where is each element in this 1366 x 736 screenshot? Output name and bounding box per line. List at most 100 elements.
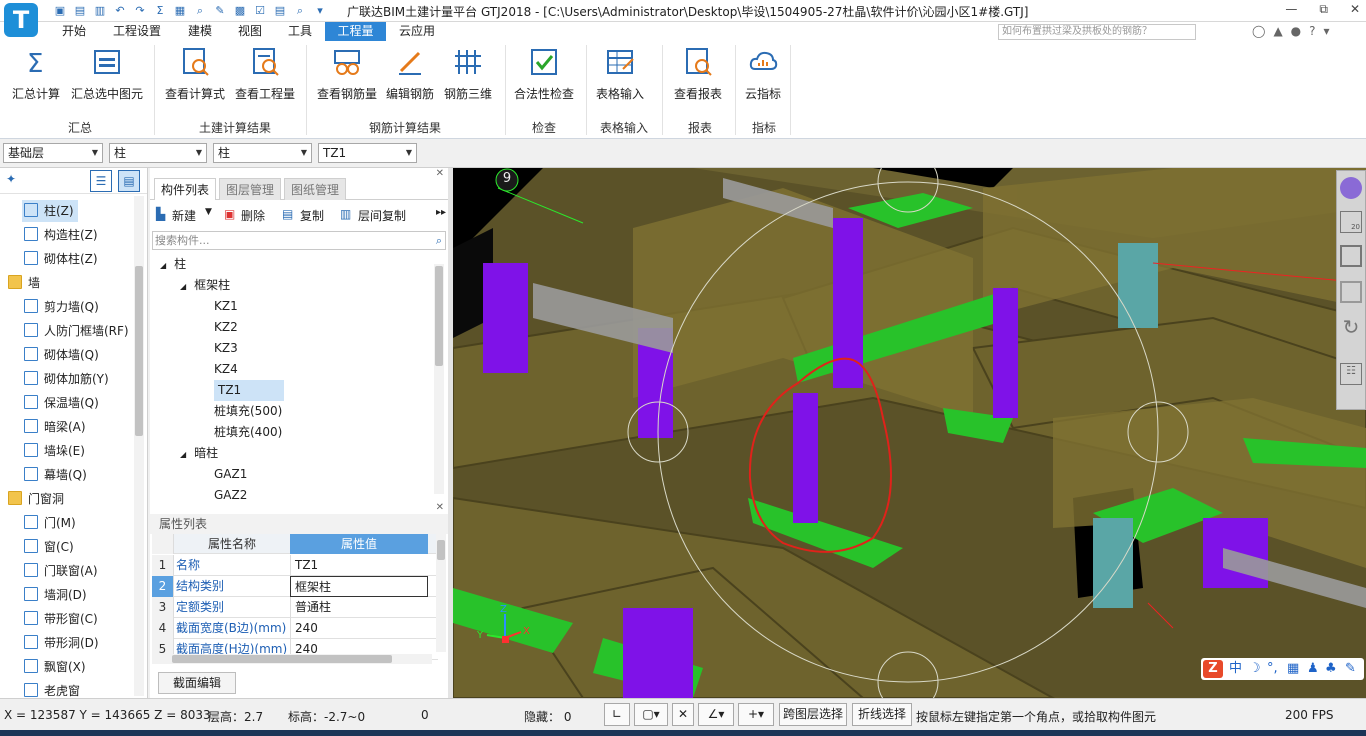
close-icon[interactable]: ✕ xyxy=(436,502,444,513)
sum-icon[interactable]: Σ xyxy=(152,3,168,19)
nav-scrollbar[interactable] xyxy=(134,196,144,696)
ime-user-icon[interactable]: ♟ xyxy=(1307,658,1319,680)
rebar-3d-button[interactable]: 钢筋三维 xyxy=(442,47,494,102)
tree-group-node[interactable]: ◢ 暗柱 xyxy=(180,443,218,464)
tab-drawing-manage[interactable]: 图纸管理 xyxy=(284,178,347,200)
notification-icon[interactable]: ▲ xyxy=(1273,24,1282,38)
new-dropdown-icon[interactable]: ▼ xyxy=(205,207,212,217)
search-icon[interactable]: ⌕ xyxy=(436,232,442,249)
nav-item[interactable]: 砌体柱(Z) xyxy=(22,248,102,270)
view-rebar-button[interactable]: 查看钢筋量 xyxy=(314,47,380,102)
box-view-icon[interactable] xyxy=(1340,245,1362,267)
property-value[interactable]: 普通柱 xyxy=(290,597,428,618)
cloud-index-button[interactable]: 云指标 xyxy=(740,47,786,102)
property-hscrollbar-thumb[interactable] xyxy=(172,655,392,663)
property-row[interactable]: 3 定额类别 普通柱 xyxy=(152,597,438,618)
ime-punctuation-icon[interactable]: °, xyxy=(1267,658,1278,680)
nav-item[interactable]: 人防门框墙(RF) xyxy=(22,320,133,342)
undo-icon[interactable]: ↶ xyxy=(112,3,128,19)
nav-item[interactable]: 飘窗(X) xyxy=(22,656,90,678)
tree-component-node[interactable]: GAZ2 xyxy=(214,485,247,506)
menu-project-settings[interactable]: 工程设置 xyxy=(104,22,170,41)
tree-group-node[interactable]: ◢ 柱 xyxy=(160,254,186,275)
component-search-input[interactable]: 搜索构件... ⌕ xyxy=(152,231,446,250)
nav-item[interactable]: 门(M) xyxy=(22,512,80,534)
menu-tools[interactable]: 工具 xyxy=(278,22,322,41)
polyline-select-button[interactable]: 折线选择 xyxy=(852,703,912,726)
pin-icon[interactable]: ✦ xyxy=(6,172,16,186)
nav-item[interactable]: 窗(C) xyxy=(22,536,78,558)
rotate-icon[interactable]: ↻ xyxy=(1340,316,1362,338)
angle-mode-icon[interactable]: ∠▾ xyxy=(698,703,734,726)
tree-component-node[interactable]: TZ1 xyxy=(214,380,284,401)
tree-component-node[interactable]: KZ1 xyxy=(214,296,238,317)
view-cube-icon[interactable] xyxy=(1340,177,1362,199)
check-icon[interactable]: ☑ xyxy=(252,3,268,19)
ime-keyboard-icon[interactable]: ▦ xyxy=(1287,658,1299,680)
property-row[interactable]: 1 名称 TZ1 xyxy=(152,555,438,576)
nav-item[interactable]: 砌体加筋(Y) xyxy=(22,368,113,390)
nav-item[interactable]: 门联窗(A) xyxy=(22,560,102,582)
nav-item[interactable]: 墙洞(D) xyxy=(22,584,91,606)
floor-copy-button[interactable]: 层间复制 xyxy=(358,207,406,224)
edit-rebar-button[interactable]: 编辑钢筋 xyxy=(384,47,436,102)
view-report-icon[interactable]: ⌕ xyxy=(292,3,308,19)
type-select[interactable]: 柱 ▼ xyxy=(213,143,312,163)
nav-scrollbar-thumb[interactable] xyxy=(135,266,143,436)
summary-calc-button[interactable]: Σ 汇总计算 xyxy=(8,47,64,102)
detail-view-icon[interactable]: ▤ xyxy=(118,170,140,192)
save-icon[interactable]: ▣ xyxy=(52,3,68,19)
cross-select-icon[interactable]: ✕ xyxy=(672,703,694,726)
menu-quantities[interactable]: 工程量 xyxy=(325,22,386,41)
view-formula-button[interactable]: 查看计算式 xyxy=(162,47,228,102)
ime-tools-icon[interactable]: ✎ xyxy=(1345,658,1356,680)
more-icon[interactable]: ▾ xyxy=(1324,24,1330,38)
user-icon[interactable]: ◯ xyxy=(1252,24,1265,38)
tree-scrollbar-thumb[interactable] xyxy=(435,266,443,366)
property-value[interactable]: 框架柱 xyxy=(290,576,428,597)
zoom-level-icon[interactable]: 20 xyxy=(1340,211,1362,233)
ime-logo-icon[interactable]: Z xyxy=(1203,660,1223,678)
tree-group-node[interactable]: ◢ 框架柱 xyxy=(180,275,230,296)
delete-button[interactable]: 删除 xyxy=(241,207,265,224)
cross-layer-select-button[interactable]: 跨图层选择 xyxy=(779,703,847,726)
customize-dropdown-icon[interactable]: ▾ xyxy=(312,3,328,19)
edit-rebar-icon[interactable]: ✎ xyxy=(212,3,228,19)
ime-skin-icon[interactable]: ♣ xyxy=(1325,658,1337,680)
help-icon[interactable]: ? xyxy=(1309,24,1315,38)
dynamic-input-icon[interactable]: +▾ xyxy=(738,703,774,726)
nav-group-header[interactable]: 墙 xyxy=(6,272,44,294)
list-view-icon[interactable]: ☰ xyxy=(90,170,112,192)
property-value[interactable]: 240 xyxy=(290,618,428,639)
property-scrollbar-thumb[interactable] xyxy=(437,540,445,560)
app-logo[interactable]: T xyxy=(4,3,38,37)
validity-check-button[interactable]: 合法性检查 xyxy=(512,47,576,102)
nav-item[interactable]: 墙垛(E) xyxy=(22,440,89,462)
ime-moon-icon[interactable]: ☽ xyxy=(1249,658,1261,680)
tree-component-node[interactable]: KZ3 xyxy=(214,338,238,359)
property-hscrollbar[interactable] xyxy=(152,654,432,664)
menu-view[interactable]: 视图 xyxy=(228,22,272,41)
nav-item[interactable]: 构造柱(Z) xyxy=(22,224,102,246)
component-select[interactable]: TZ1 ▼ xyxy=(318,143,417,163)
search-icon[interactable]: ⌕ xyxy=(192,3,208,19)
nav-item[interactable]: 幕墙(Q) xyxy=(22,464,91,486)
tree-expander-icon[interactable]: ◢ xyxy=(160,261,166,270)
menu-cloud[interactable]: 云应用 xyxy=(390,22,444,41)
ime-chinese-mode[interactable]: 中 xyxy=(1229,658,1242,680)
settings-list-icon[interactable]: ☷ xyxy=(1340,363,1362,385)
ime-toolbar[interactable]: Z 中 ☽ °, ▦ ♟ ♣ ✎ xyxy=(1201,658,1364,680)
tree-component-node[interactable]: GAZ1 xyxy=(214,464,247,485)
menu-start[interactable]: 开始 xyxy=(52,22,96,41)
help-search-input[interactable]: 如何布置拱过梁及拱板处的钢筋？ xyxy=(998,24,1196,40)
nav-item[interactable]: 柱(Z) xyxy=(22,200,78,222)
tree-expander-icon[interactable]: ◢ xyxy=(180,450,186,459)
nav-item[interactable]: 带形窗(C) xyxy=(22,608,102,630)
property-row[interactable]: 2 结构类别 框架柱 xyxy=(152,576,438,597)
report-icon[interactable]: ▦ xyxy=(172,3,188,19)
table-input-button[interactable]: 表格输入 xyxy=(592,47,648,102)
tree-component-node[interactable]: KZ2 xyxy=(214,317,238,338)
nav-group-header[interactable]: 门窗洞 xyxy=(6,488,68,510)
tab-component-list[interactable]: 构件列表 xyxy=(154,178,217,200)
open-file-icon[interactable]: ▥ xyxy=(92,3,108,19)
